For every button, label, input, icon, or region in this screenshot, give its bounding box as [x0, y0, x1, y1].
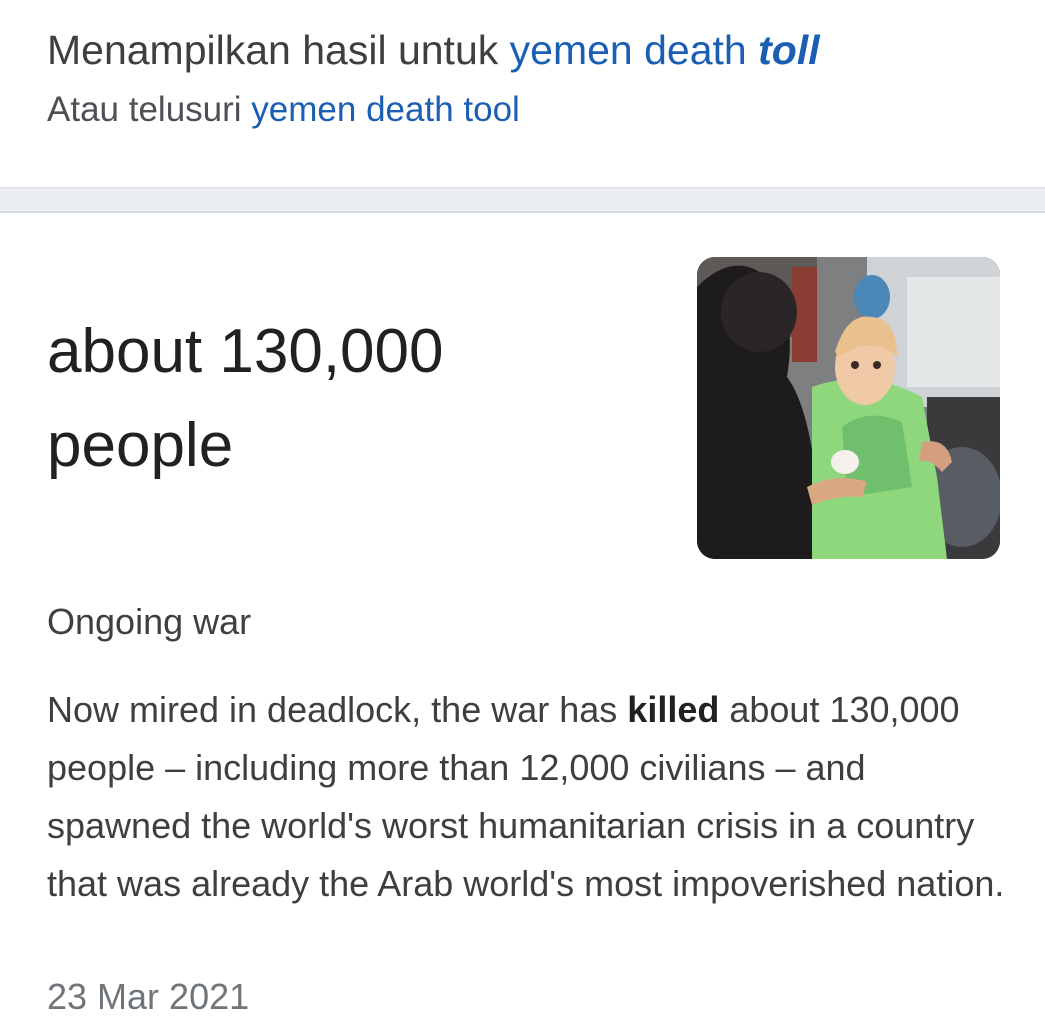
search-instead-line: Atau telusuri yemen death tool: [47, 88, 1007, 132]
corrected-query-link[interactable]: yemen death toll: [510, 27, 820, 73]
section-divider: [0, 187, 1045, 213]
snippet-before: Now mired in deadlock, the war has: [47, 689, 618, 730]
search-instead-label: Atau telusuri: [47, 90, 242, 129]
answer-line-2: people: [47, 411, 234, 480]
snippet-text: Now mired in deadlock, the war has kille…: [47, 681, 1007, 913]
featured-answer: about 130,000 people: [47, 305, 607, 493]
answer-subtitle: Ongoing war: [47, 601, 252, 642]
showing-results-label: Menampilkan hasil untuk: [47, 27, 499, 73]
photo-thumbnail-icon: [697, 257, 1000, 559]
corrected-query-part1: yemen death: [509, 27, 747, 73]
corrected-query-emphasis: toll: [758, 27, 820, 73]
spelling-correction: Menampilkan hasil untuk yemen death toll…: [47, 24, 1007, 132]
answer-line-1: about 130,000: [47, 317, 444, 386]
showing-results-line: Menampilkan hasil untuk yemen death toll: [47, 24, 1007, 76]
snippet-date: 23 Mar 2021: [47, 976, 250, 1017]
featured-thumbnail[interactable]: [697, 257, 1000, 559]
snippet-highlight: killed: [627, 689, 720, 730]
original-query-link[interactable]: yemen death tool: [251, 90, 520, 129]
